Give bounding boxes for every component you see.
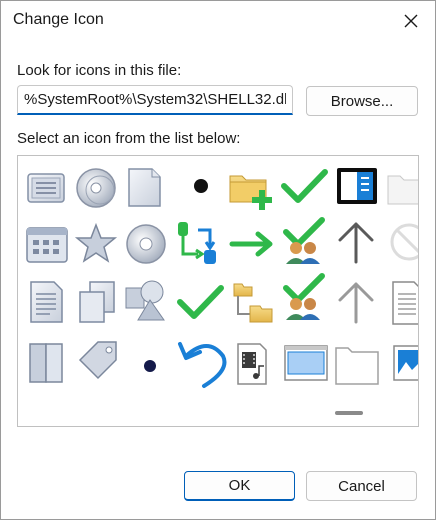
black-dot-icon[interactable] [194, 179, 208, 193]
browse-button[interactable]: Browse... [306, 86, 418, 116]
icon-list[interactable] [17, 155, 419, 427]
blank-folder-icon[interactable] [335, 347, 379, 385]
look-for-label: Look for icons in this file: [17, 62, 182, 79]
green-arrow-right-icon[interactable] [229, 231, 273, 257]
close-icon [404, 14, 418, 28]
prohibit-icon[interactable] [390, 223, 418, 261]
cancel-button[interactable]: Cancel [306, 471, 417, 501]
folder-add-icon[interactable] [229, 175, 272, 210]
star-icon[interactable] [74, 222, 118, 263]
copy-pages-icon[interactable] [79, 281, 115, 323]
window-blue-icon[interactable] [284, 345, 328, 381]
tag-icon[interactable] [78, 341, 117, 380]
green-check-icon[interactable] [177, 285, 224, 319]
change-icon-dialog: Change Icon Look for icons in this file:… [0, 0, 436, 520]
cd-icon[interactable] [126, 224, 166, 264]
title-bar: Change Icon [1, 1, 435, 41]
cd-disc-icon[interactable] [76, 168, 116, 208]
select-icon-label: Select an icon from the list below: [17, 130, 241, 147]
book-icon[interactable] [29, 343, 63, 383]
media-file-icon[interactable] [237, 343, 267, 385]
close-button[interactable] [397, 7, 425, 35]
users-check-icon[interactable] [283, 273, 325, 320]
window-grid-icon[interactable] [26, 227, 68, 263]
undo-arrow-icon[interactable] [178, 342, 227, 388]
green-check-icon[interactable] [281, 169, 328, 203]
navy-dot-icon[interactable] [144, 360, 156, 372]
up-arrow-icon[interactable] [338, 222, 374, 264]
text-document-icon[interactable] [30, 281, 63, 323]
users-check-icon[interactable] [283, 217, 325, 264]
ok-button[interactable]: OK [184, 471, 295, 501]
file-path-input[interactable] [17, 85, 293, 115]
document-lines-icon[interactable] [392, 281, 418, 325]
folder-tree-icon[interactable] [233, 283, 273, 323]
sidebar-panel-icon[interactable] [337, 168, 377, 204]
blank-page-icon[interactable] [128, 168, 161, 207]
shapes-icon[interactable] [125, 280, 165, 321]
up-arrow-gray-icon[interactable] [338, 282, 374, 324]
dialog-title: Change Icon [13, 11, 104, 28]
horizontal-scrollbar-thumb[interactable] [335, 411, 363, 415]
flow-arrows-icon[interactable] [178, 222, 216, 264]
document-lines-icon[interactable] [27, 173, 65, 203]
folder-faded-icon[interactable] [387, 175, 418, 205]
icon-grid [26, 168, 418, 388]
picture-icon[interactable] [393, 345, 418, 381]
